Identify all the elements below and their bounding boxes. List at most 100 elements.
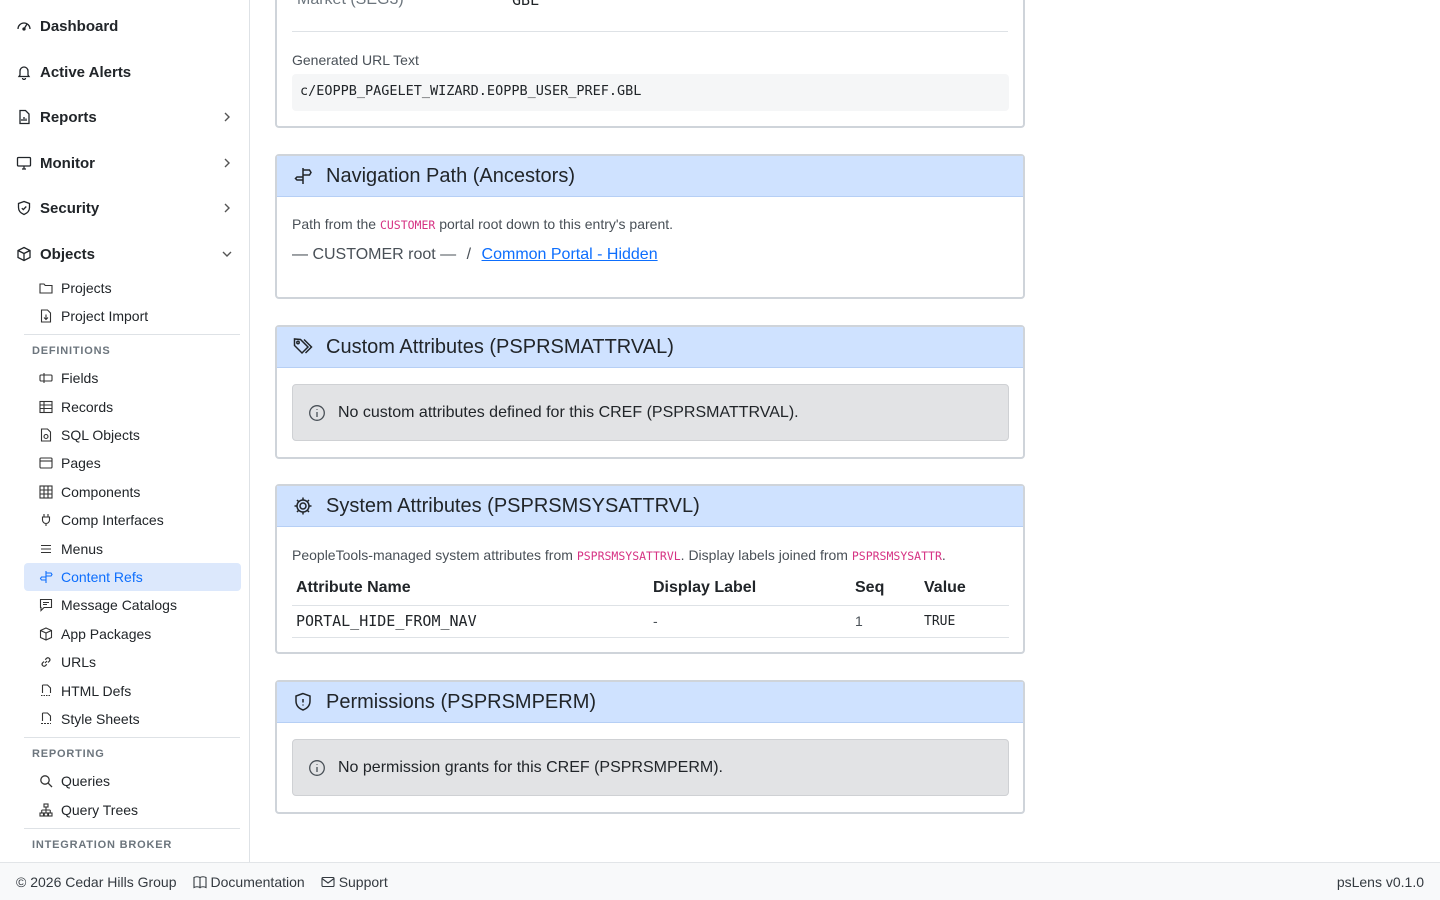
- card-title: Navigation Path (Ancestors): [326, 164, 576, 187]
- sidebar-item-label: Comp Interfaces: [61, 512, 164, 528]
- sidebar-item-security[interactable]: Security: [16, 196, 233, 220]
- sidebar-item-label: Content Refs: [61, 569, 143, 585]
- sidebar-item-message-catalogs[interactable]: Message Catalogs: [24, 591, 241, 619]
- sidebar-item-content-refs[interactable]: Content Refs: [24, 563, 241, 591]
- gauge-icon: [17, 22, 31, 31]
- plug-icon: [41, 514, 51, 526]
- file-code-icon: [40, 428, 52, 442]
- market-value: GBL: [512, 0, 540, 9]
- tags-icon: [293, 338, 313, 355]
- sidebar-item-monitor[interactable]: Monitor: [16, 151, 233, 175]
- sidebar-item-style-sheets[interactable]: Style Sheets: [24, 705, 241, 733]
- css-file-icon: [41, 712, 52, 725]
- sidebar-item-label: HTML Defs: [61, 683, 132, 699]
- sidebar-item-dashboard[interactable]: Dashboard: [16, 14, 233, 38]
- report-icon: [19, 109, 30, 125]
- card-header: Permissions (PSPRSMPERM): [277, 682, 1023, 723]
- table-row: PORTAL_HIDE_FROM_NAV - 1 TRUE: [292, 605, 1009, 637]
- chevron-right-icon: [224, 158, 230, 168]
- nav-path-description: Path from the CUSTOMER portal root down …: [292, 216, 673, 232]
- chevron-down-icon: [222, 251, 232, 257]
- general-card: Market (SEG3) GBL Generated URL Text c/E…: [275, 0, 1025, 128]
- section-heading-reporting: REPORTING: [32, 748, 105, 760]
- documentation-link[interactable]: Documentation: [192, 873, 305, 890]
- ancestor-link[interactable]: Common Portal - Hidden: [482, 246, 658, 263]
- search-icon: [40, 775, 53, 788]
- sidebar-item-label: App Packages: [61, 626, 152, 642]
- copyright: © 2026 Cedar Hills Group: [16, 873, 177, 890]
- list-icon: [41, 544, 51, 554]
- documentation-label: Documentation: [210, 873, 305, 890]
- sidebar-item-project-import[interactable]: Project Import: [24, 302, 241, 330]
- envelope-icon: [321, 876, 335, 887]
- card-title: Permissions (PSPRSMPERM): [326, 690, 597, 713]
- seq-cell: 1: [855, 613, 863, 629]
- sidebar-item-reports[interactable]: Reports: [16, 105, 233, 129]
- sidebar-item-label: Components: [61, 484, 141, 500]
- shield-icon: [295, 692, 311, 711]
- market-label: Market (SEG3): [297, 0, 404, 9]
- description-suffix: portal root down to this entry's parent.: [439, 216, 674, 232]
- folder-icon: [39, 283, 53, 294]
- sidebar-item-label: Queries: [61, 773, 111, 789]
- info-icon: [309, 404, 325, 421]
- sidebar-item-label: Project Import: [61, 308, 149, 324]
- sidebar-item-html-defs[interactable]: HTML Defs: [24, 677, 241, 705]
- sidebar-item-menus[interactable]: Menus: [24, 535, 241, 563]
- table-header-row: Attribute Name Display Label Seq Value: [292, 571, 1009, 605]
- card-title: Custom Attributes (PSPRSMATTRVAL): [326, 335, 674, 358]
- card-title: System Attributes (PSPRSMSYSATTRVL): [326, 494, 700, 517]
- sidebar-item-label: URLs: [61, 654, 97, 670]
- card-header: System Attributes (PSPRSMSYSATTRVL): [277, 486, 1023, 527]
- sidebar-item-components[interactable]: Components: [24, 478, 241, 506]
- description-code: PSPRSMSYSATTR: [851, 549, 942, 563]
- sidebar-item-active-alerts[interactable]: Active Alerts: [16, 60, 233, 84]
- sidebar-item-records[interactable]: Records: [24, 393, 241, 421]
- empty-state-message: No custom attributes defined for this CR…: [338, 403, 799, 421]
- attribute-name-cell: PORTAL_HIDE_FROM_NAV: [296, 612, 477, 630]
- description-prefix: Path from the: [292, 216, 377, 232]
- empty-state-message: No permission grants for this CREF (PSPR…: [338, 758, 723, 776]
- signpost-icon: [39, 571, 53, 583]
- sidebar-item-pages[interactable]: Pages: [24, 449, 241, 477]
- section-heading-integration-broker: INTEGRATION BROKER: [32, 839, 173, 851]
- support-link[interactable]: Support: [321, 874, 388, 890]
- window-icon: [39, 457, 53, 469]
- sidebar-item-queries[interactable]: Queries: [24, 767, 241, 795]
- system-attributes-card: System Attributes (PSPRSMSYSATTRVL) Peop…: [275, 484, 1025, 654]
- box-icon: [17, 246, 31, 262]
- sidebar-item-label: Monitor: [40, 154, 95, 172]
- sidebar-item-label: Security: [40, 199, 100, 217]
- sidebar: Dashboard Active Alerts Reports Monitor …: [0, 0, 250, 862]
- divider: [292, 31, 1008, 32]
- shield-icon: [17, 200, 31, 216]
- sidebar-item-query-trees[interactable]: Query Trees: [24, 796, 241, 824]
- main-content: Market (SEG3) GBL Generated URL Text c/E…: [250, 0, 1440, 862]
- custom-attributes-card: Custom Attributes (PSPRSMATTRVAL) No cus…: [275, 325, 1025, 459]
- link-icon: [41, 657, 51, 667]
- package-icon: [39, 627, 53, 641]
- diagram-icon: [39, 803, 53, 817]
- table-icon: [39, 400, 53, 414]
- sidebar-item-urls[interactable]: URLs: [24, 648, 241, 676]
- divider: [24, 828, 240, 829]
- url-text-label: Generated URL Text: [292, 52, 419, 68]
- support-label: Support: [338, 873, 388, 890]
- breadcrumb: — CUSTOMER root — / Common Portal - Hidd…: [292, 246, 658, 264]
- sidebar-item-sql-objects[interactable]: SQL Objects: [24, 421, 241, 449]
- footer: © 2026 Cedar Hills Group Documentation S…: [0, 862, 1440, 900]
- sidebar-item-fields[interactable]: Fields: [24, 364, 241, 392]
- breadcrumb-root: — CUSTOMER root —: [292, 246, 457, 263]
- signpost-icon: [294, 168, 312, 184]
- sidebar-item-comp-interfaces[interactable]: Comp Interfaces: [24, 506, 241, 534]
- html-file-icon: [41, 684, 52, 697]
- chevron-right-icon: [224, 203, 230, 213]
- empty-state-alert: No custom attributes defined for this CR…: [292, 384, 1009, 441]
- sidebar-item-projects[interactable]: Projects: [24, 274, 241, 302]
- sidebar-item-label: Message Catalogs: [61, 597, 177, 613]
- sidebar-item-app-packages[interactable]: App Packages: [24, 620, 241, 648]
- grid-icon: [39, 485, 53, 499]
- permissions-card: Permissions (PSPRSMPERM) No permission g…: [275, 680, 1025, 814]
- column-header: Value: [924, 578, 966, 596]
- sidebar-item-objects[interactable]: Objects: [16, 242, 233, 266]
